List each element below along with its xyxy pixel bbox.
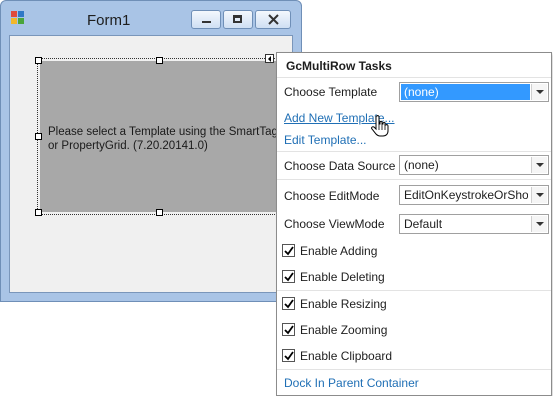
choose-data-source-label: Choose Data Source	[284, 159, 396, 173]
checkbox-box[interactable]	[282, 270, 295, 283]
close-button[interactable]	[255, 10, 291, 29]
choose-viewmode-label: Choose ViewMode	[284, 217, 385, 231]
edit-template-link[interactable]: Edit Template...	[284, 133, 367, 147]
divider	[277, 179, 551, 180]
check-icon	[284, 351, 294, 361]
resize-handle-top-left[interactable]	[35, 57, 42, 64]
smart-tag-icon[interactable]	[265, 54, 274, 63]
divider	[277, 77, 551, 78]
minimize-button[interactable]	[191, 10, 221, 29]
dock-in-parent-link[interactable]: Dock In Parent Container	[284, 376, 419, 390]
choose-data-source-combo[interactable]: (none)	[399, 155, 549, 175]
choose-viewmode-value: Default	[404, 217, 443, 231]
checkbox-box[interactable]	[282, 244, 295, 257]
choose-editmode-value: EditOnKeystrokeOrShortcutKey	[404, 188, 528, 202]
panel-title: GcMultiRow Tasks	[286, 59, 392, 73]
maximize-button[interactable]	[223, 10, 253, 29]
maximize-icon	[233, 15, 242, 23]
choose-template-combo[interactable]: (none)	[399, 82, 549, 102]
close-icon	[268, 14, 279, 25]
checkbox-label: Enable Deleting	[300, 270, 385, 284]
chevron-down-icon[interactable]	[531, 187, 547, 203]
choose-viewmode-combo[interactable]: Default	[399, 214, 549, 234]
check-icon	[284, 246, 294, 256]
grid-placeholder-message: Please select a Template using the Smart…	[48, 126, 278, 152]
chevron-down-icon[interactable]	[531, 84, 547, 100]
checkbox-label: Enable Resizing	[300, 297, 387, 311]
checkbox-box[interactable]	[282, 349, 295, 362]
resize-handle-left[interactable]	[35, 133, 42, 140]
choose-template-value: (none)	[401, 84, 530, 100]
title-bar[interactable]: Form1	[1, 1, 301, 35]
window-title: Form1	[87, 12, 131, 29]
chevron-down-icon[interactable]	[531, 216, 547, 232]
tasks-panel: GcMultiRow Tasks Choose Template (none) …	[276, 52, 552, 396]
checkbox-label: Enable Clipboard	[300, 349, 393, 363]
gcmultirow-control[interactable]: Please select a Template using the Smart…	[37, 58, 279, 215]
resize-handle-bottom-left[interactable]	[35, 209, 42, 216]
form-app-icon	[11, 11, 25, 25]
divider	[277, 151, 551, 152]
check-icon	[284, 299, 294, 309]
divider	[277, 290, 551, 291]
check-icon	[284, 325, 294, 335]
choose-editmode-label: Choose EditMode	[284, 189, 380, 203]
chevron-down-icon[interactable]	[531, 157, 547, 173]
checkbox-box[interactable]	[282, 297, 295, 310]
checkbox-box[interactable]	[282, 323, 295, 336]
minimize-icon	[202, 21, 211, 23]
checkbox-label: Enable Adding	[300, 244, 378, 258]
divider	[277, 369, 551, 370]
checkbox-label: Enable Zooming	[300, 323, 388, 337]
choose-editmode-combo[interactable]: EditOnKeystrokeOrShortcutKey	[399, 185, 549, 205]
resize-handle-top[interactable]	[156, 57, 163, 64]
resize-handle-bottom[interactable]	[156, 209, 163, 216]
hand-cursor-icon	[371, 115, 389, 140]
choose-data-source-value: (none)	[404, 158, 439, 172]
choose-template-label: Choose Template	[284, 85, 378, 99]
check-icon	[284, 272, 294, 282]
